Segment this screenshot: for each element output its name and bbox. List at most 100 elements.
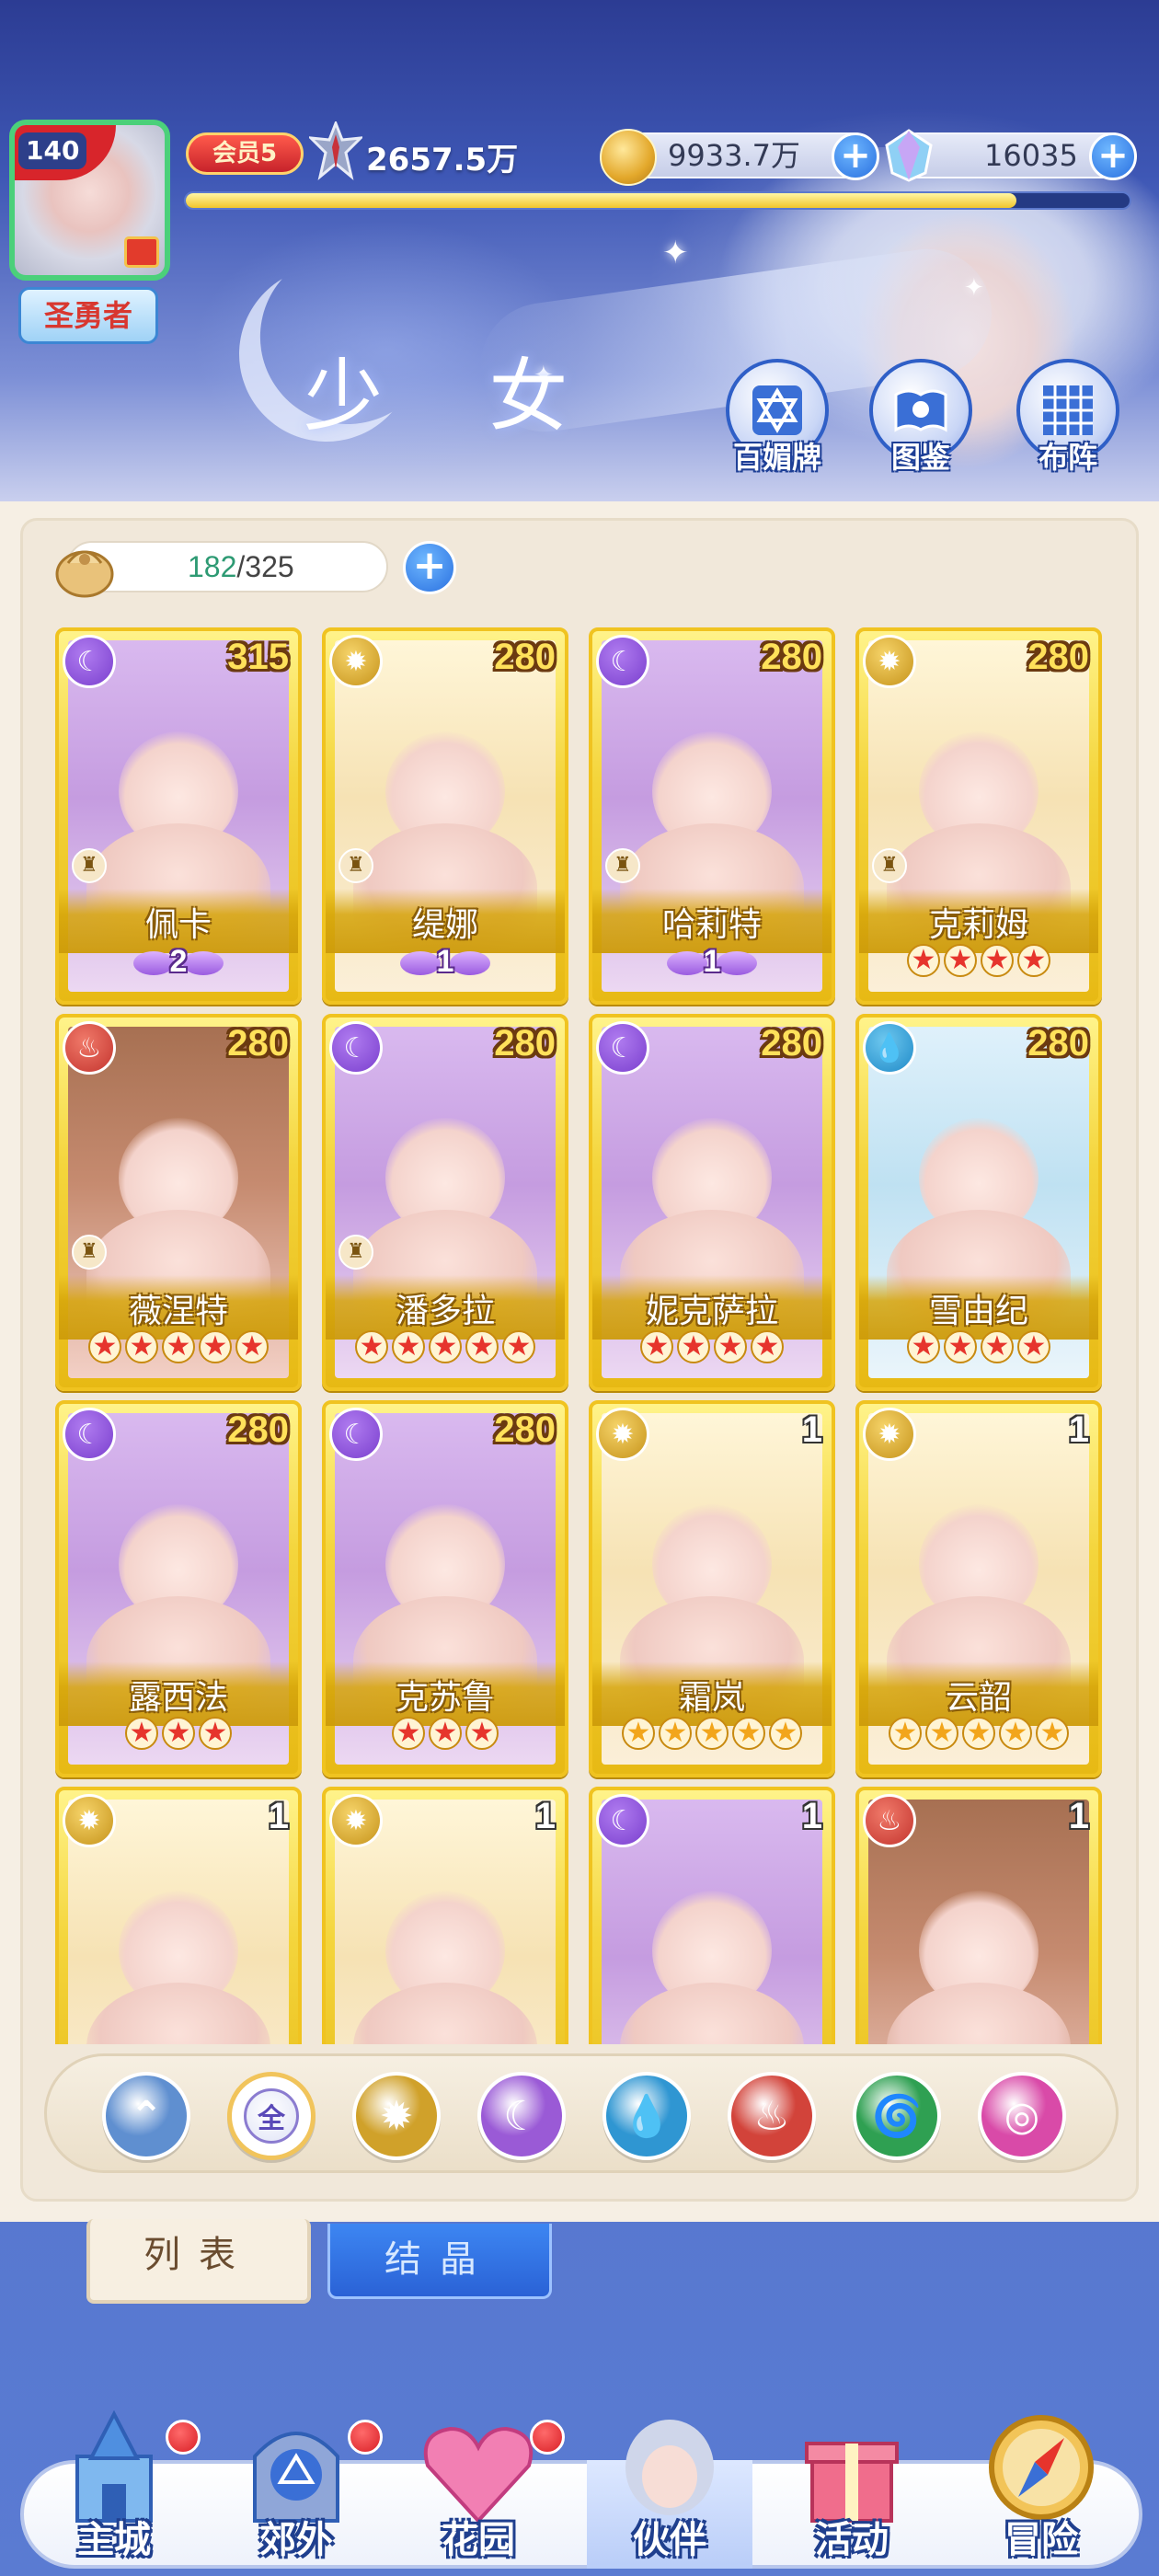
partner-level: 1 <box>801 1409 822 1450</box>
partner-level: 280 <box>227 1409 289 1450</box>
add-gems-button[interactable]: + <box>1089 132 1137 180</box>
tab-list[interactable]: 列表 <box>86 2219 311 2304</box>
player-title-badge[interactable]: 圣勇者 <box>18 287 158 344</box>
partner-level: 280 <box>494 637 556 677</box>
star-icon: ★ <box>465 1717 499 1750</box>
star-icon: ★ <box>925 1717 958 1750</box>
filter-fire-button[interactable]: ♨ <box>728 2072 816 2160</box>
partner-card[interactable]: ☾ 280 ♜ 潘多拉 ★ ★ ★ ★ ★ <box>322 1014 568 1391</box>
expand-roster-button[interactable]: + <box>403 541 456 594</box>
sun-icon: ✹ <box>379 2092 414 2140</box>
partner-card[interactable]: ✹ 1 <box>322 1787 568 2044</box>
partner-level: 280 <box>227 1023 289 1064</box>
filter-wind-button[interactable]: 🌀 <box>853 2072 941 2160</box>
partner-level: 1 <box>268 1796 289 1836</box>
partner-card[interactable]: ♨ 280 ♜ 薇涅特 ★ ★ ★ ★ ★ <box>55 1014 302 1391</box>
notification-dot <box>530 2420 565 2455</box>
partner-card[interactable]: ✹ 280 ♜ 缇娜 1 <box>322 627 568 1005</box>
partner-card[interactable]: 💧 280 雪由纪 ★ ★ ★ ★ <box>855 1014 1102 1391</box>
fire-element-icon: ♨ <box>863 1794 916 1847</box>
partner-level: 315 <box>227 637 289 677</box>
gem-counter: 16035 + <box>885 129 1137 182</box>
baimei-card-button[interactable]: 百媚牌 <box>723 359 832 478</box>
nav-label: 冒险 <box>1004 2519 1078 2561</box>
tab-crystal[interactable]: 结晶 <box>327 2224 552 2299</box>
partner-card[interactable]: ✹ 280 ♜ 克莉姆 ★ ★ ★ ★ <box>855 627 1102 1005</box>
partner-name: 克莉姆 <box>928 906 1028 944</box>
partner-card[interactable]: ☾ 280 露西法 ★ ★ ★ <box>55 1400 302 1777</box>
gift-decoration <box>124 236 159 268</box>
star-icon: ★ <box>944 1330 977 1363</box>
partner-name: 佩卡 <box>144 906 212 944</box>
nav-label: 花园 <box>442 2519 515 2561</box>
status-bar: 会员5 2657.5万 9933.7万 + 16035 + <box>175 121 1137 186</box>
filter-void-button[interactable]: ◎ <box>978 2072 1066 2160</box>
star-icon: ★ <box>981 1330 1014 1363</box>
partner-card[interactable]: ✹ 1 <box>55 1787 302 2044</box>
partner-name: 薇涅特 <box>128 1293 228 1330</box>
partner-card[interactable]: ✹ 1 云韶 ★ ★ ★ ★ ★ <box>855 1400 1102 1777</box>
partner-level: 280 <box>494 1409 556 1450</box>
roster-capacity: 182/325 + <box>55 541 456 598</box>
chess-rook-icon: ♜ <box>72 1235 107 1270</box>
add-coins-button[interactable]: + <box>832 132 879 180</box>
nav-item-0[interactable]: 主城 <box>22 2409 206 2576</box>
star-icon: ★ <box>907 1330 940 1363</box>
codex-button[interactable]: 图鉴 <box>866 359 975 478</box>
partner-name: 缇娜 <box>411 906 478 944</box>
vip-badge[interactable]: 会员5 <box>186 132 304 175</box>
formation-button[interactable]: 布阵 <box>1014 359 1122 478</box>
moon-icon: ☾ <box>503 2092 540 2140</box>
portrait-body <box>86 1982 270 2044</box>
nav-label: 伙伴 <box>633 2519 706 2561</box>
filter-sun-button[interactable]: ✹ <box>352 2072 441 2160</box>
partner-rank: 1 <box>326 944 565 984</box>
partner-card[interactable]: ☾ 280 克苏鲁 ★ ★ ★ <box>322 1400 568 1777</box>
gem-value: 16035 <box>984 138 1078 173</box>
nav-item-5[interactable]: 冒险 <box>949 2410 1133 2576</box>
partner-level: 280 <box>494 1023 556 1064</box>
bottom-navigation: 主城 郊外 花园 伙伴 活动 冒险 <box>0 2409 1159 2576</box>
partner-rank: ★ ★ ★ ★ <box>859 1330 1098 1371</box>
partner-rank: ★ ★ ★ ★ ★ <box>859 1717 1098 1757</box>
filter-moon-button[interactable]: ☾ <box>477 2072 566 2160</box>
moon-element-icon: ☾ <box>329 1408 383 1461</box>
partner-rank: 1 <box>592 944 832 984</box>
moon-element-icon: ☾ <box>596 635 649 688</box>
sun-element-icon: ✹ <box>596 1408 649 1461</box>
partner-card-grid: ☾ 315 ♜ 佩卡 2 ✹ 280 ♜ 缇娜 1 ☾ 280 ♜ 哈莉特 1 ✹ 280 ♜ 克莉姆 ★ ★ ★ ★ ♨ 28… <box>55 627 1113 2044</box>
star-icon: ★ <box>125 1330 158 1363</box>
partner-card[interactable]: ✹ 1 霜岚 ★ ★ ★ ★ ★ <box>589 1400 835 1777</box>
filter-all-button[interactable]: 全 <box>227 2072 316 2160</box>
star-icon: ★ <box>502 1330 535 1363</box>
sun-element-icon: ✹ <box>863 1408 916 1461</box>
nav-item-2[interactable]: 花园 <box>386 2410 570 2576</box>
roster-max: 325 <box>245 550 294 583</box>
nav-item-1[interactable]: 郊外 <box>204 2410 388 2576</box>
nav-item-4[interactable]: 活动 <box>760 2410 944 2576</box>
wing-spark-icon: ⌃ <box>129 2092 164 2140</box>
star-icon: ★ <box>1017 944 1050 977</box>
star-icon: ★ <box>355 1330 388 1363</box>
moon-element-icon: ☾ <box>63 1408 116 1461</box>
filter-special-button[interactable]: ⌃ <box>102 2072 190 2160</box>
partner-card[interactable]: ☾ 280 妮克萨拉 ★ ★ ★ ★ <box>589 1014 835 1391</box>
roster-bag-icon <box>55 550 114 598</box>
portrait-body <box>887 1982 1071 2044</box>
orbit-icon: ◎ <box>1004 2092 1040 2140</box>
partner-card[interactable]: ☾ 315 ♜ 佩卡 2 <box>55 627 302 1005</box>
chess-rook-icon: ♜ <box>605 848 640 883</box>
coin-value: 9933.7万 <box>668 138 800 173</box>
partner-name: 云韶 <box>945 1679 1012 1717</box>
wing-rank-badge: 1 <box>661 944 763 983</box>
partner-card[interactable]: ☾ 1 <box>589 1787 835 2044</box>
partner-name: 露西法 <box>128 1679 228 1717</box>
filter-water-button[interactable]: 💧 <box>602 2072 691 2160</box>
partner-card[interactable]: ☾ 280 ♜ 哈莉特 1 <box>589 627 835 1005</box>
wing-rank-number: 1 <box>436 944 454 979</box>
partner-card[interactable]: ♨ 1 <box>855 1787 1102 2044</box>
combat-power-value: 2657.5万 <box>366 142 519 178</box>
coin-counter: 9933.7万 + <box>600 129 879 186</box>
star-icon: ★ <box>640 1330 673 1363</box>
nav-item-3[interactable]: 伙伴 <box>578 2410 762 2576</box>
